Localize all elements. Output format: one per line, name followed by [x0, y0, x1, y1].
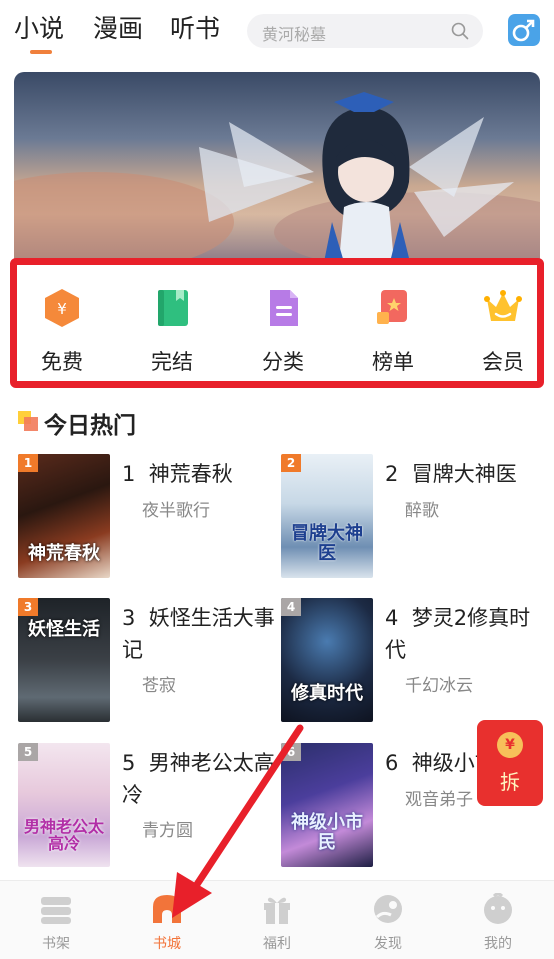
cover-title: 男神老公太高冷 — [23, 816, 104, 854]
rank-badge: 4 — [281, 598, 301, 616]
quick-entry-panel: ¥ 免费 完结 分类 榜单 会员 — [10, 258, 544, 388]
ranking-star-icon — [377, 290, 407, 324]
search-placeholder: 黄河秘墓 — [262, 25, 327, 44]
search-icon[interactable] — [451, 22, 469, 40]
book-cover[interactable]: 5 男神老公太高冷 — [18, 743, 110, 867]
book-author: 观音弟子 — [405, 790, 473, 810]
cover-title: 神级小市民 — [291, 812, 363, 854]
rank-badge: 6 — [281, 743, 301, 761]
book-complete-icon — [158, 290, 188, 326]
red-packet-label: 拆 — [500, 770, 520, 794]
quick-entry-label: 会员 — [482, 350, 524, 374]
active-tab-indicator — [30, 50, 52, 54]
nav-label: 福利 — [263, 936, 291, 952]
book-title: 4 梦灵2修真时代 — [385, 606, 531, 662]
rank-badge: 2 — [281, 454, 301, 472]
book-title: 5 男神老公太高冷 — [122, 751, 275, 807]
nav-profile[interactable]: 我的 — [468, 892, 528, 953]
book-card[interactable]: 4 修真时代 4 梦灵2修真时代 千幻冰云 — [281, 598, 546, 730]
promo-banner[interactable] — [14, 72, 540, 262]
tab-audiobook[interactable]: 听书 — [170, 9, 220, 45]
gender-switch-button[interactable] — [508, 14, 540, 46]
quick-entry-label: 榜单 — [372, 350, 414, 374]
book-author: 醉歌 — [405, 501, 439, 521]
quick-entry-label: 完结 — [151, 350, 193, 374]
section-title: 今日热门 — [44, 413, 136, 439]
tab-comic[interactable]: 漫画 — [93, 9, 143, 45]
bottom-nav: 书架 书城 福利 发现 我的 — [0, 880, 554, 959]
rank-badge: 3 — [18, 598, 38, 616]
book-title: 2 冒牌大神医 — [385, 462, 517, 486]
quick-entry-ranking[interactable]: 榜单 — [348, 287, 438, 376]
nav-welfare[interactable]: 福利 — [247, 893, 307, 953]
book-author: 夜半歌行 — [142, 501, 210, 521]
section-title-icon — [18, 411, 38, 431]
male-symbol-icon — [512, 19, 535, 42]
quick-entry-label: 分类 — [262, 350, 304, 374]
book-cover[interactable]: 6 神级小市民 — [281, 743, 373, 867]
book-author: 青方圆 — [142, 821, 193, 841]
cover-title: 妖怪生活 — [28, 619, 100, 640]
quick-entry-category[interactable]: 分类 — [238, 287, 328, 376]
nav-label: 书架 — [42, 936, 70, 952]
book-card[interactable]: 2 冒牌大神医 2 冒牌大神医 醉歌 — [281, 454, 546, 586]
cover-title: 冒牌大神医 — [291, 523, 363, 565]
quick-entry-vip[interactable]: 会员 — [458, 287, 548, 376]
book-cover[interactable]: 2 冒牌大神医 — [281, 454, 373, 578]
bookstore-icon — [153, 895, 181, 923]
category-doc-icon — [270, 290, 298, 326]
cover-title: 修真时代 — [291, 683, 363, 705]
nav-discover[interactable]: 发现 — [358, 893, 418, 953]
book-cover[interactable]: 3 妖怪生活 — [18, 598, 110, 722]
search-input[interactable]: 黄河秘墓 — [247, 14, 483, 48]
quick-entry-label: 免费 — [41, 350, 83, 374]
discover-icon — [374, 895, 402, 923]
book-card[interactable]: 3 妖怪生活 3 妖怪生活大事记 苍寂 — [18, 598, 283, 730]
quick-entry-free[interactable]: ¥ 免费 — [17, 287, 107, 376]
free-coin-icon: ¥ — [45, 289, 79, 327]
bookshelf-icon — [41, 897, 71, 924]
cover-title: 神荒春秋 — [28, 543, 100, 565]
tab-novel[interactable]: 小说 — [14, 9, 64, 45]
book-cover[interactable]: 4 修真时代 — [281, 598, 373, 722]
quick-entry-complete[interactable]: 完结 — [127, 287, 217, 376]
book-title: 1 神荒春秋 — [122, 462, 233, 486]
book-card[interactable]: 1 神荒春秋 1 神荒春秋 夜半歌行 — [18, 454, 283, 586]
svg-text:¥: ¥ — [57, 300, 67, 318]
nav-bookshelf[interactable]: 书架 — [26, 893, 86, 953]
book-author: 千幻冰云 — [405, 676, 473, 696]
book-title: 3 妖怪生活大事记 — [122, 606, 275, 662]
nav-label: 书城 — [153, 936, 181, 952]
book-cover[interactable]: 1 神荒春秋 — [18, 454, 110, 578]
vip-crown-icon — [484, 290, 522, 321]
coin-icon: ¥ — [497, 732, 523, 758]
banner-illustration — [14, 92, 540, 262]
book-card[interactable]: 5 男神老公太高冷 5 男神老公太高冷 青方圆 — [18, 743, 283, 875]
red-packet-button[interactable]: ¥ 拆 — [477, 720, 543, 806]
top-bar: 小说 漫画 听书 黄河秘墓 — [0, 0, 554, 62]
nav-label: 发现 — [374, 936, 402, 952]
gift-icon — [264, 897, 290, 924]
nav-bookstore[interactable]: 书城 — [137, 893, 197, 953]
nav-label: 我的 — [484, 936, 512, 952]
rank-badge: 5 — [18, 743, 38, 761]
profile-icon — [484, 892, 512, 924]
rank-badge: 1 — [18, 454, 38, 472]
book-author: 苍寂 — [142, 676, 176, 696]
